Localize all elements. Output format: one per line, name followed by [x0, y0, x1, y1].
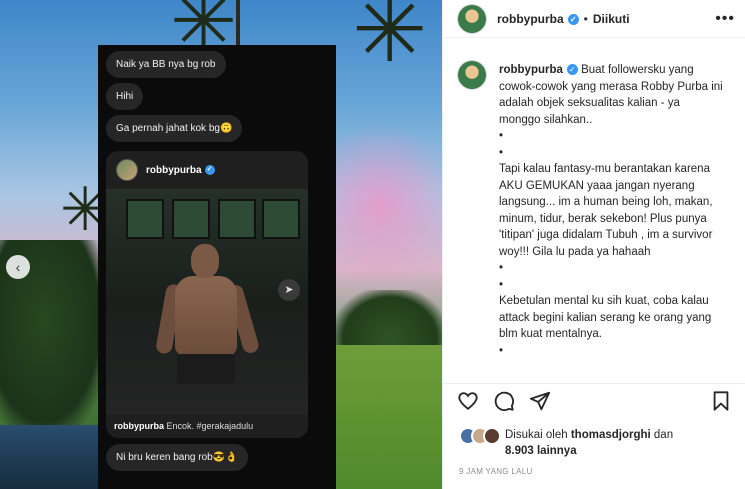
avatar [116, 159, 138, 181]
shared-post-username: robbypurba ✓ [146, 165, 215, 176]
likes-summary: Disukai oleh thomasdjorghi dan 8.903 lai… [459, 427, 673, 459]
caption-bullet: • [499, 262, 504, 274]
caption-area: robbypurba ✓ Buat followersku yang cowok-… [443, 50, 745, 380]
likes-text: Disukai oleh thomasdjorghi dan 8.903 lai… [505, 429, 674, 457]
verified-icon: ✓ [566, 64, 578, 76]
chat-bubble: Ga pernah jahat kok bg🙃 [106, 115, 243, 142]
following-button[interactable]: Diikuti [593, 12, 630, 26]
rice-field [330, 345, 442, 489]
bookmark-icon[interactable] [710, 390, 732, 412]
post-side-panel: robbypurba ✓ • Diikuti ••• robbypurba ✓ Bu… [442, 0, 745, 489]
post-caption: robbypurba ✓ Buat followersku yang cowok-… [499, 50, 724, 380]
dm-chat-screenshot: Naik ya BB nya bg rob Hihi Ga pernah jah… [98, 45, 336, 489]
caption-bullet: • [499, 130, 504, 142]
shared-post-header: robbypurba ✓ [106, 151, 308, 189]
gym-window [218, 199, 256, 239]
pool [0, 425, 110, 489]
shared-post-caption: robbypurba Encok. #gerakajadulu [114, 421, 254, 431]
avatar[interactable] [457, 60, 487, 90]
caption-bullet: • [499, 344, 504, 357]
likes-count[interactable]: 8.903 lainnya [505, 445, 577, 457]
more-options-icon[interactable]: ••• [715, 10, 735, 28]
share-direct-icon[interactable] [529, 390, 551, 412]
separator-dot: • [583, 11, 588, 26]
avatar[interactable] [457, 3, 487, 34]
gym-window [262, 199, 300, 239]
header-username[interactable]: robbypurba ✓ [497, 12, 579, 26]
action-bar [443, 383, 745, 417]
verified-icon: ✓ [567, 13, 579, 25]
chat-bubble: Ni bru keren bang rob😎👌 [106, 444, 248, 471]
comment-icon[interactable] [493, 390, 515, 412]
caption-bullet: • [499, 278, 504, 291]
shared-post-photo: ➤ [106, 189, 308, 414]
gym-window [172, 199, 210, 239]
caption-paragraph: Tapi kalau fantasy-mu berantakan karena … [499, 163, 713, 258]
gym-window [126, 199, 164, 239]
post-header: robbypurba ✓ • Diikuti ••• [443, 0, 745, 38]
liker-avatars [459, 427, 505, 445]
shared-post-card: robbypurba ✓ ➤ robbypurba Encok. #gerakaj… [106, 151, 308, 438]
post-timestamp[interactable]: 9 JAM YANG LALU [459, 467, 533, 476]
caption-bullet: • [499, 146, 504, 159]
instagram-post-view: ✳ ✳ ✳ ‹ Naik ya BB nya bg rob Hihi Ga pe… [0, 0, 745, 489]
shirtless-man-figure [155, 244, 261, 394]
verified-icon: ✓ [204, 164, 215, 175]
avatar [483, 427, 501, 445]
palm-leaves: ✳ [352, 0, 428, 81]
liker-username[interactable]: thomasdjorghi [571, 429, 651, 441]
post-media[interactable]: ✳ ✳ ✳ ‹ Naik ya BB nya bg rob Hihi Ga pe… [0, 0, 442, 489]
like-heart-icon[interactable] [457, 390, 479, 412]
share-icon: ➤ [278, 279, 300, 301]
chat-bubble: Naik ya BB nya bg rob [106, 51, 226, 78]
caption-paragraph: Kebetulan mental ku sih kuat, coba kalau… [499, 295, 712, 340]
previous-slide-arrow-icon[interactable]: ‹ [6, 255, 30, 279]
chat-bubble: Hihi [106, 83, 144, 110]
caption-username[interactable]: robbypurba [499, 64, 563, 76]
